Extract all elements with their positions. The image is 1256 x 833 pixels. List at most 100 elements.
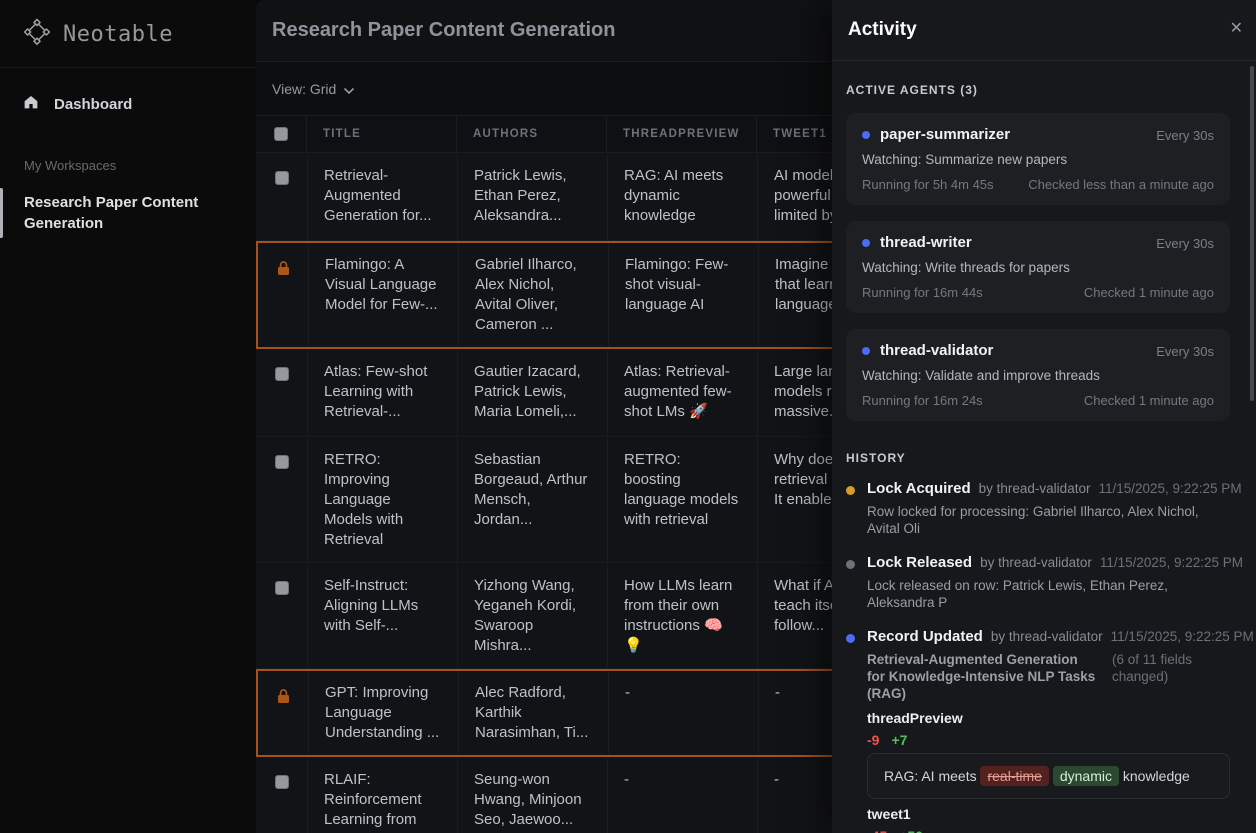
history-dot-blue <box>846 634 855 643</box>
page-title: Research Paper Content Generation <box>272 19 615 42</box>
history-event-author: by thread-validator <box>991 629 1103 645</box>
cell-authors: Alec Radford, Karthik Narasimhan, Ti... <box>458 671 608 755</box>
app-root: Neotable Dashboard My Workspaces Researc… <box>0 0 1256 833</box>
history-event-title: Lock Acquired <box>867 481 971 497</box>
row-checkbox[interactable] <box>275 455 289 469</box>
agent-name: thread-validator <box>880 341 1146 361</box>
row-checkbox[interactable] <box>275 775 289 789</box>
select-all-checkbox[interactable] <box>274 127 288 141</box>
cell-threadpreview: - <box>608 671 758 755</box>
cell-threadpreview: - <box>607 758 757 833</box>
column-header-threadpreview: THREADPREVIEW <box>606 116 756 152</box>
agent-card: thread-validator Every 30s Watching: Val… <box>846 329 1230 421</box>
diff-removed-count: -9 <box>867 732 879 748</box>
sidebar-item-dashboard[interactable]: Dashboard <box>0 80 256 128</box>
close-icon[interactable]: ✕ <box>1230 21 1243 37</box>
history-event-timestamp: 11/15/2025, 9:22:25 PM <box>1111 629 1254 645</box>
sidebar-item-workspace[interactable]: Research Paper Content Generation <box>0 185 256 241</box>
diff-field-name: threadPreview <box>867 711 1230 726</box>
history-item-record-updated: Record Updated by thread-validator 11/15… <box>846 629 1230 833</box>
home-icon <box>22 93 40 115</box>
cell-title: Retrieval-Augmented Generation for... <box>307 154 457 240</box>
agent-running-time: Running for 5h 4m 45s <box>862 176 994 193</box>
column-header-title: TITLE <box>306 116 456 152</box>
agent-last-checked: Checked 1 minute ago <box>1084 392 1214 409</box>
agent-watching: Watching: Validate and improve threads <box>862 367 1214 385</box>
row-checkbox[interactable] <box>275 581 289 595</box>
history-event-author: by thread-validator <box>979 481 1091 497</box>
agent-interval: Every 30s <box>1156 128 1214 143</box>
agent-interval: Every 30s <box>1156 236 1214 251</box>
cell-threadpreview: Atlas: Retrieval-augmented few-shot LMs … <box>607 350 757 436</box>
logo-text: Neotable <box>63 22 173 47</box>
activity-header: Activity ✕ <box>832 0 1256 61</box>
history-event-title: Record Updated <box>867 629 983 645</box>
updated-record-title: Retrieval-Augmented Generation for Knowl… <box>867 651 1096 702</box>
agent-card: paper-summarizer Every 30s Watching: Sum… <box>846 113 1230 205</box>
cell-authors: Patrick Lewis, Ethan Perez, Aleksandra..… <box>457 154 607 240</box>
sidebar: Neotable Dashboard My Workspaces Researc… <box>0 0 256 833</box>
activity-panel: Activity ✕ ACTIVE AGENTS (3) paper-summa… <box>832 0 1256 833</box>
agent-status-dot <box>862 239 870 247</box>
diff-preview-threadpreview: RAG: AI meets real-time dynamic knowledg… <box>867 753 1230 799</box>
chevron-down-icon[interactable] <box>343 82 355 98</box>
cell-threadpreview: RAG: AI meets dynamic knowledge <box>607 154 757 240</box>
agent-status-dot <box>862 347 870 355</box>
diff-added-count: +7 <box>891 732 907 748</box>
active-indicator <box>0 188 3 238</box>
fields-changed-count: (6 of 11 fields changed) <box>1112 651 1230 702</box>
diff-text: knowledge <box>1119 768 1190 784</box>
agent-watching: Watching: Summarize new papers <box>862 151 1214 169</box>
workspaces-section-label: My Workspaces <box>0 128 256 185</box>
cell-title: Flamingo: A Visual Language Model for Fe… <box>308 243 458 347</box>
cell-authors: Sebastian Borgeaud, Arthur Mensch, Jorda… <box>457 438 607 562</box>
history-heading: HISTORY <box>846 451 1230 465</box>
agent-card: thread-writer Every 30s Watching: Write … <box>846 221 1230 313</box>
history-event-author: by thread-validator <box>980 555 1092 571</box>
diff-added-chip: dynamic <box>1053 766 1119 786</box>
agent-running-time: Running for 16m 24s <box>862 392 983 409</box>
view-selector[interactable]: View: Grid <box>272 81 336 97</box>
agent-name: thread-writer <box>880 233 1146 253</box>
cell-authors: Gabriel Ilharco, Alex Nichol, Avital Oli… <box>458 243 608 347</box>
row-checkbox[interactable] <box>275 171 289 185</box>
history-event-description: Row locked for processing: Gabriel Ilhar… <box>867 503 1230 537</box>
cell-title: GPT: Improving Language Understanding ..… <box>308 671 458 755</box>
history-item-lock-released: Lock Released by thread-validator 11/15/… <box>846 555 1230 611</box>
history-event-description: Lock released on row: Patrick Lewis, Eth… <box>867 577 1230 611</box>
workspace-label: Research Paper Content Generation <box>24 194 198 232</box>
dashboard-label: Dashboard <box>54 96 132 113</box>
neotable-logo-icon <box>22 17 52 52</box>
cell-authors: Seung-won Hwang, Minjoon Seo, Jaewoo... <box>457 758 607 833</box>
history-event-timestamp: 11/15/2025, 9:22:25 PM <box>1098 481 1241 497</box>
cell-threadpreview: RETRO: boosting language models with ret… <box>607 438 757 562</box>
history-item-lock-acquired: Lock Acquired by thread-validator 11/15/… <box>846 481 1230 537</box>
cell-title: Self-Instruct: Aligning LLMs with Self-.… <box>307 564 457 668</box>
cell-threadpreview: How LLMs learn from their own instructio… <box>607 564 757 668</box>
diff-removed-chip: real-time <box>980 766 1048 786</box>
agent-last-checked: Checked less than a minute ago <box>1028 176 1214 193</box>
diff-field-name: tweet1 <box>867 807 1230 822</box>
activity-body: ACTIVE AGENTS (3) paper-summarizer Every… <box>832 61 1256 833</box>
agent-name: paper-summarizer <box>880 125 1146 145</box>
diff-added-count: +50 <box>899 828 923 833</box>
scrollbar-thumb[interactable] <box>1250 66 1254 401</box>
diff-text: RAG: AI meets <box>884 768 980 784</box>
sidebar-divider <box>0 67 256 68</box>
history-event-timestamp: 11/15/2025, 9:22:25 PM <box>1100 555 1243 571</box>
active-agents-heading: ACTIVE AGENTS (3) <box>846 83 1230 97</box>
cell-title: Atlas: Few-shot Learning with Retrieval-… <box>307 350 457 436</box>
agent-status-dot <box>862 131 870 139</box>
history-event-title: Lock Released <box>867 555 972 571</box>
lock-icon <box>276 688 291 710</box>
history-dot-gray <box>846 560 855 569</box>
agent-running-time: Running for 16m 44s <box>862 284 983 301</box>
history-dot-amber <box>846 486 855 495</box>
agent-watching: Watching: Write threads for papers <box>862 259 1214 277</box>
column-header-authors: AUTHORS <box>456 116 606 152</box>
diff-removed-count: -45 <box>867 828 887 833</box>
cell-title: RETRO: Improving Language Models with Re… <box>307 438 457 562</box>
logo: Neotable <box>0 0 256 67</box>
agent-interval: Every 30s <box>1156 344 1214 359</box>
row-checkbox[interactable] <box>275 367 289 381</box>
